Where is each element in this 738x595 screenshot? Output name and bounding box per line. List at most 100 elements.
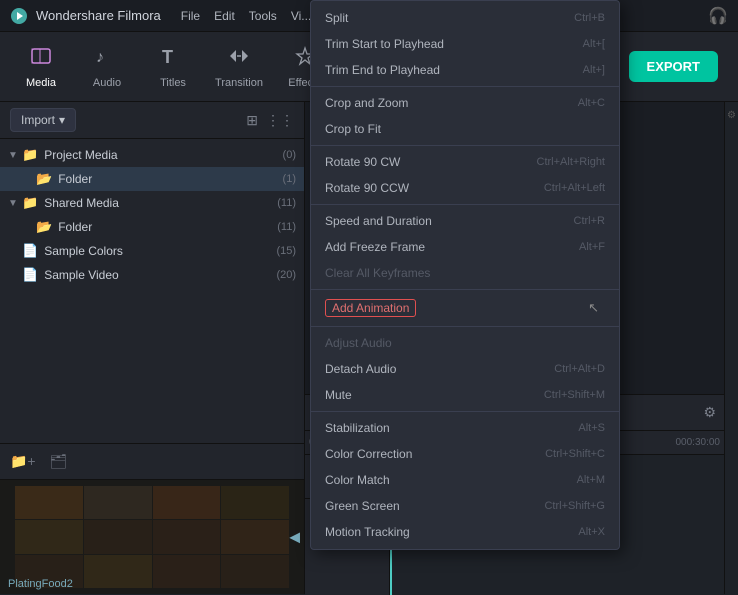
context-menu-freeze[interactable]: Add Freeze Frame Alt+F	[311, 234, 619, 260]
headphone-icon: 🎧	[708, 6, 728, 26]
motion-tracking-label: Motion Tracking	[325, 525, 410, 539]
mute-label: Mute	[325, 388, 352, 402]
context-menu-color-correction[interactable]: Color Correction Ctrl+Shift+C	[311, 441, 619, 467]
context-menu-rotate-ccw[interactable]: Rotate 90 CCW Ctrl+Alt+Left	[311, 175, 619, 201]
menu-tools[interactable]: Tools	[249, 9, 277, 23]
import-button[interactable]: Import ▾	[10, 108, 76, 132]
trim-end-label: Trim End to Playhead	[325, 63, 440, 77]
context-menu-trim-start[interactable]: Trim Start to Playhead Alt+[	[311, 31, 619, 57]
project-media-folder-icon: 📁	[22, 147, 38, 163]
context-menu-speed[interactable]: Speed and Duration Ctrl+R	[311, 208, 619, 234]
context-menu-motion-tracking[interactable]: Motion Tracking Alt+X	[311, 519, 619, 545]
folder2-icon: 📂	[36, 219, 52, 235]
green-screen-shortcut: Ctrl+Shift+G	[544, 500, 605, 512]
context-menu-clear-keyframes[interactable]: Clear All Keyframes	[311, 260, 619, 286]
app-logo	[10, 7, 28, 25]
menu-edit[interactable]: Edit	[214, 9, 235, 23]
context-menu-rotate-cw[interactable]: Rotate 90 CW Ctrl+Alt+Right	[311, 149, 619, 175]
context-menu-trim-end[interactable]: Trim End to Playhead Alt+]	[311, 57, 619, 83]
adjust-audio-label: Adjust Audio	[325, 336, 392, 350]
titles-icon: T	[162, 45, 184, 73]
thumb-cell-6	[84, 520, 152, 554]
scroll-arrow-icon: ◀	[289, 529, 300, 546]
detach-audio-label: Detach Audio	[325, 362, 396, 376]
rotate-cw-label: Rotate 90 CW	[325, 155, 400, 169]
filter-icon[interactable]: ⊞	[246, 112, 258, 129]
transition-icon	[228, 45, 250, 73]
rotate-cw-shortcut: Ctrl+Alt+Right	[537, 156, 605, 168]
tree-item-project-media[interactable]: ▼ 📁 Project Media (0)	[0, 143, 304, 167]
thumb-cell-11	[153, 555, 221, 589]
thumb-cell-8	[221, 520, 289, 554]
speed-label: Speed and Duration	[325, 214, 432, 228]
context-menu: Split Ctrl+B Trim Start to Playhead Alt+…	[310, 0, 620, 550]
crop-zoom-shortcut: Alt+C	[578, 97, 605, 109]
tree-item-sample-colors[interactable]: 📄 Sample Colors (15)	[0, 239, 304, 263]
stabilization-label: Stabilization	[325, 421, 390, 435]
rotate-ccw-label: Rotate 90 CCW	[325, 181, 409, 195]
freeze-shortcut: Alt+F	[579, 241, 605, 253]
project-media-arrow: ▼	[8, 150, 22, 161]
context-menu-detach-audio[interactable]: Detach Audio Ctrl+Alt+D	[311, 356, 619, 382]
menu-view[interactable]: Vi...	[291, 9, 311, 23]
trim-end-shortcut: Alt+]	[583, 64, 605, 76]
tree-item-folder2[interactable]: 📂 Folder (11)	[0, 215, 304, 239]
cursor-arrow-icon: ↖	[588, 300, 599, 316]
project-media-count: (0)	[283, 149, 296, 161]
toolbar-transition[interactable]: Transition	[208, 37, 270, 97]
thumb-cell-2	[84, 486, 152, 520]
toolbar-titles[interactable]: T Titles	[142, 37, 204, 97]
detach-audio-shortcut: Ctrl+Alt+D	[554, 363, 605, 375]
context-menu-crop-fit[interactable]: Crop to Fit	[311, 116, 619, 142]
menu-file[interactable]: File	[181, 9, 200, 23]
rotate-ccw-shortcut: Ctrl+Alt+Left	[544, 182, 605, 194]
right-panel: ⚙	[724, 102, 738, 594]
panel-header: Import ▾ ⊞ ⋮⋮	[0, 102, 304, 139]
timestamp-right: 000:30:00	[676, 437, 721, 448]
shared-media-count: (11)	[277, 197, 296, 209]
tree-item-shared-media[interactable]: ▼ 📁 Shared Media (11)	[0, 191, 304, 215]
right-panel-icon[interactable]: ⚙	[727, 110, 736, 121]
color-match-shortcut: Alt+M	[577, 474, 605, 486]
add-smart-folder-icon[interactable]: 🗂	[50, 453, 68, 470]
clear-keyframes-label: Clear All Keyframes	[325, 266, 430, 280]
color-correction-shortcut: Ctrl+Shift+C	[545, 448, 605, 460]
context-menu-mute[interactable]: Mute Ctrl+Shift+M	[311, 382, 619, 408]
toolbar-titles-label: Titles	[160, 77, 186, 89]
sample-colors-count: (15)	[276, 245, 296, 257]
trim-start-shortcut: Alt+[	[583, 38, 605, 50]
context-menu-adjust-audio[interactable]: Adjust Audio	[311, 330, 619, 356]
folder2-name: Folder	[58, 220, 277, 234]
timeline-settings-icon[interactable]: ⚙	[703, 404, 716, 421]
context-menu-split[interactable]: Split Ctrl+B	[311, 5, 619, 31]
split-shortcut: Ctrl+B	[574, 12, 605, 24]
export-button[interactable]: EXPORT	[629, 51, 718, 82]
context-menu-stabilization[interactable]: Stabilization Alt+S	[311, 415, 619, 441]
sample-video-count: (20)	[276, 269, 296, 281]
freeze-label: Add Freeze Frame	[325, 240, 425, 254]
toolbar-audio[interactable]: ♪ Audio	[76, 37, 138, 97]
grid-icon[interactable]: ⋮⋮	[266, 112, 294, 129]
toolbar-transition-label: Transition	[215, 77, 263, 89]
menu-sep-5	[311, 326, 619, 327]
titlebar-right: 🎧	[708, 6, 728, 26]
trim-start-label: Trim Start to Playhead	[325, 37, 444, 51]
context-menu-add-animation[interactable]: Add Animation ↖	[311, 293, 619, 323]
tree-item-sample-video[interactable]: 📄 Sample Video (20)	[0, 263, 304, 287]
panel-icons: ⊞ ⋮⋮	[246, 112, 294, 129]
thumbnail-container: ◀	[0, 480, 304, 594]
color-correction-label: Color Correction	[325, 447, 412, 461]
tree-view: ▼ 📁 Project Media (0) 📂 Folder (1) ▼ 📁 S…	[0, 139, 304, 443]
context-menu-color-match[interactable]: Color Match Alt+M	[311, 467, 619, 493]
tree-item-folder[interactable]: 📂 Folder (1)	[0, 167, 304, 191]
toolbar-media[interactable]: Media	[10, 37, 72, 97]
toolbar-media-label: Media	[26, 77, 56, 89]
context-menu-green-screen[interactable]: Green Screen Ctrl+Shift+G	[311, 493, 619, 519]
thumb-cell-4	[221, 486, 289, 520]
food-thumbnail-grid	[15, 486, 289, 589]
thumb-cell-5	[15, 520, 83, 554]
svg-text:T: T	[162, 47, 173, 67]
import-label: Import	[21, 113, 55, 127]
add-folder-icon[interactable]: 📁+	[10, 453, 36, 470]
context-menu-crop-zoom[interactable]: Crop and Zoom Alt+C	[311, 90, 619, 116]
